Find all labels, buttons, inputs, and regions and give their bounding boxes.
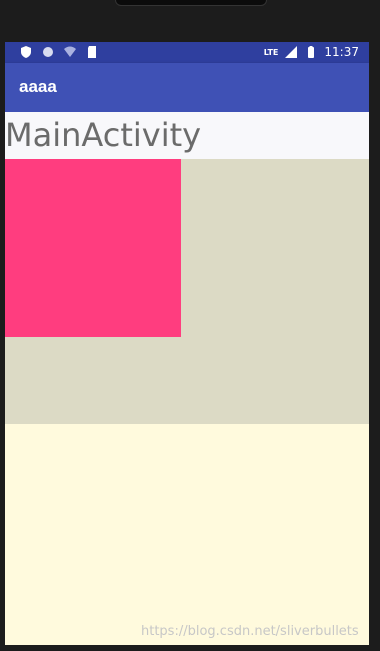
status-bar: LTE 11:37	[5, 42, 369, 63]
app-title: aaaa	[19, 77, 57, 96]
clock: 11:37	[324, 45, 359, 59]
signal-icon	[285, 46, 298, 58]
phone-screen: LTE 11:37 aaaa MainActivity https://blog…	[5, 42, 369, 645]
pink-box	[5, 159, 181, 337]
circle-icon	[43, 47, 53, 57]
status-icons-right: LTE 11:37	[264, 45, 359, 59]
main-header-area: MainActivity	[5, 112, 369, 160]
sd-card-icon	[88, 46, 96, 58]
app-bar: aaaa	[5, 63, 369, 112]
wifi-icon	[64, 46, 76, 57]
phone-frame: LTE 11:37 aaaa MainActivity https://blog…	[0, 0, 380, 651]
main-activity-heading: MainActivity	[5, 116, 202, 154]
status-icons-left	[19, 45, 99, 59]
network-type-label: LTE	[263, 47, 279, 57]
shield-icon	[21, 46, 31, 58]
battery-icon	[308, 46, 315, 58]
watermark-text: https://blog.csdn.net/sliverbullets	[141, 624, 359, 639]
speaker-grille	[115, 0, 267, 6]
